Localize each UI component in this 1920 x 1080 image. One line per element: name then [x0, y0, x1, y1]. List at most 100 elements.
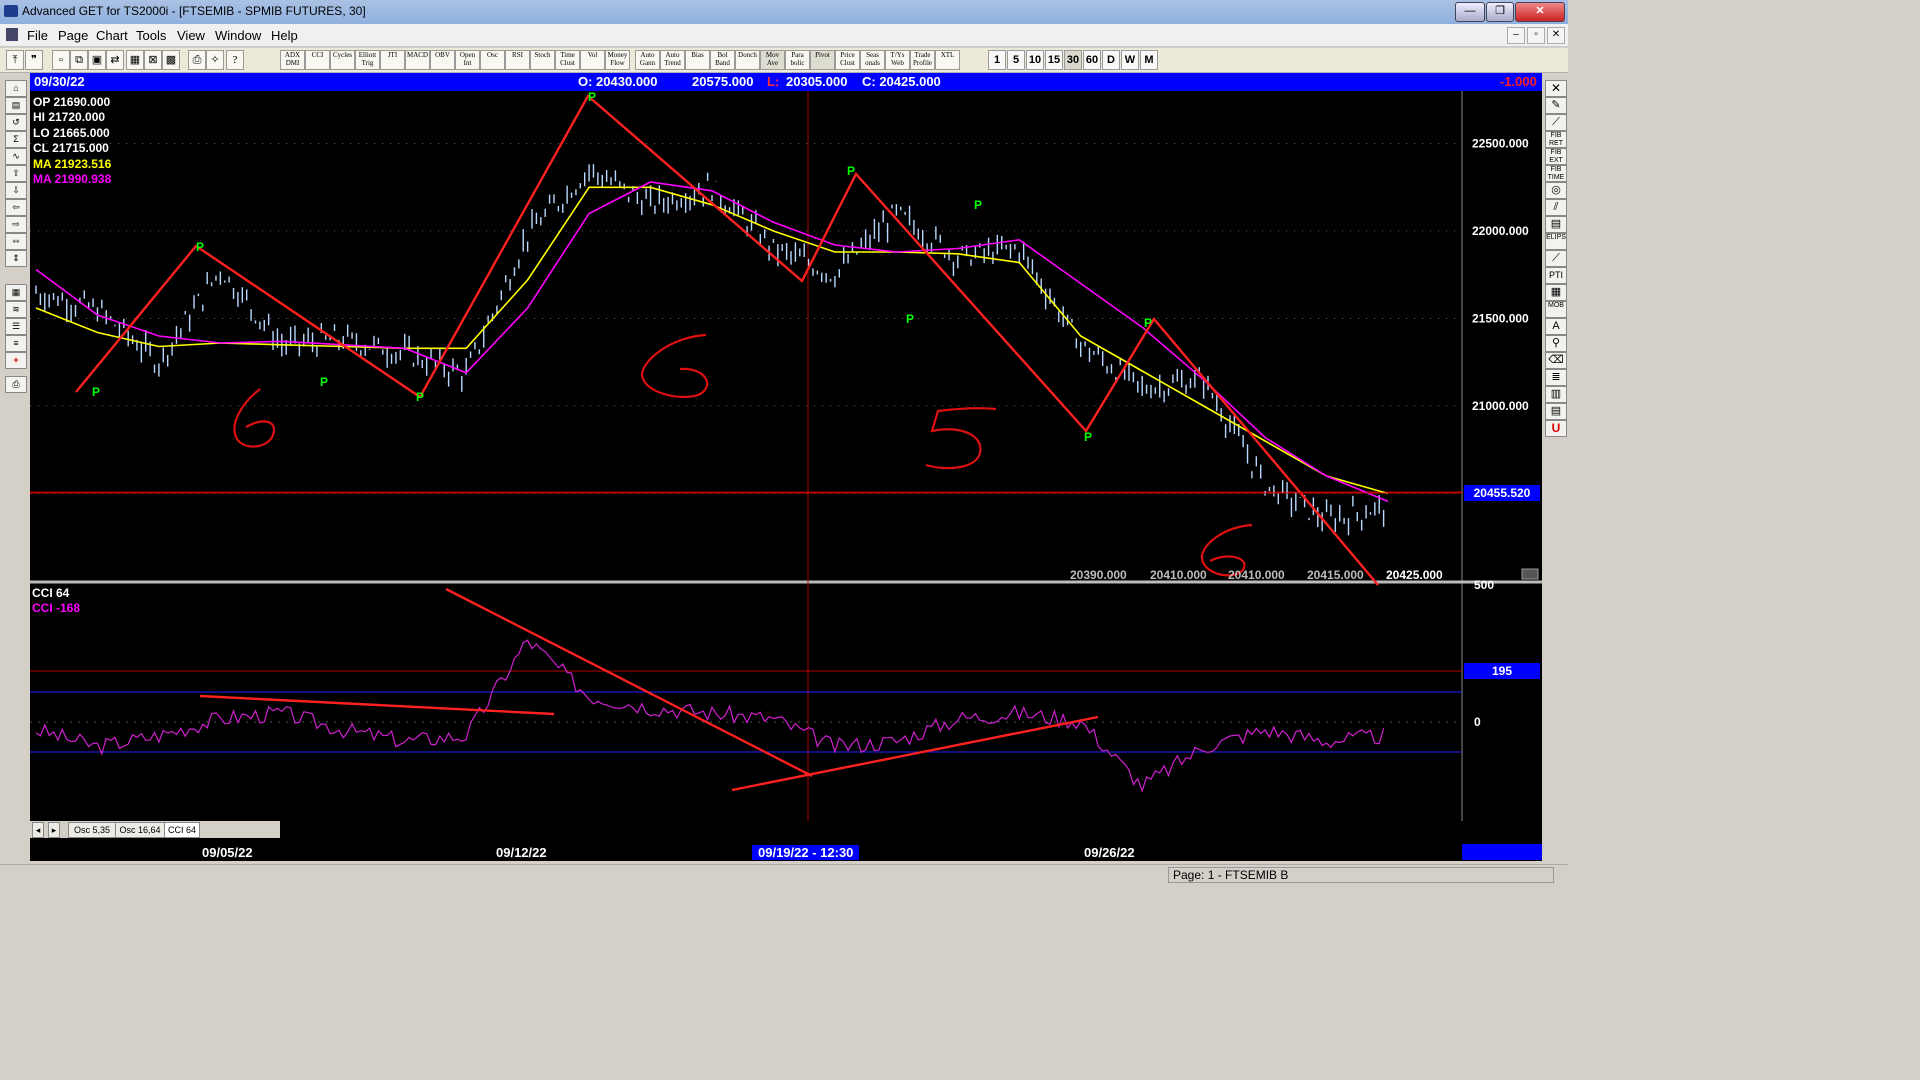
maximize-button[interactable]: ❐ [1486, 2, 1514, 22]
bulb-icon[interactable]: ✧ [206, 50, 224, 70]
arrows-icon[interactable]: ⇄ [106, 50, 124, 70]
print-page-icon[interactable]: ⎙ [5, 376, 27, 393]
study-button-15[interactable]: Auto Trend [660, 50, 685, 70]
timeframe-1[interactable]: 1 [988, 50, 1006, 70]
cci-panel[interactable]: CCI 64 CCI -168 500 195 0 [30, 578, 1540, 793]
study-button-25[interactable]: Trade Profile [910, 50, 935, 70]
list-icon[interactable]: ≣ [1545, 369, 1567, 386]
lines-icon[interactable]: ≋ [5, 301, 27, 318]
study-button-10[interactable]: Stoch [530, 50, 555, 70]
cross-tool-icon[interactable]: ✕ [1545, 80, 1567, 97]
zoom-scale-icon[interactable]: ⇕ [5, 250, 27, 267]
pen-icon[interactable]: ✎ [1545, 97, 1567, 114]
panel-size-icon[interactable] [1521, 568, 1539, 580]
timeframe-5[interactable]: 5 [1007, 50, 1025, 70]
timeframe-15[interactable]: 15 [1045, 50, 1063, 70]
trendline-icon[interactable]: ⟋ [1545, 114, 1567, 131]
document-icon[interactable] [6, 28, 18, 41]
close-button[interactable]: ✕ [1515, 2, 1565, 22]
pointer-icon[interactable]: ⤒ [6, 50, 24, 70]
notes-icon[interactable]: ▤ [1545, 403, 1567, 420]
layout-icon[interactable]: ▦ [126, 50, 144, 70]
study-button-3[interactable]: Elliott Trig [355, 50, 380, 70]
new-page-icon[interactable]: ▫ [52, 50, 70, 70]
zoom-icon[interactable]: ⚲ [1545, 335, 1567, 352]
tab-scroll-left[interactable]: ◂ [32, 822, 44, 838]
mdi-minimize-button[interactable]: – [1507, 27, 1525, 44]
tab-osc-16-64[interactable]: Osc 16,64 [115, 822, 165, 838]
ellipse-icon[interactable]: ELIPS [1545, 233, 1567, 250]
channel-icon[interactable]: ⫽ [1545, 199, 1567, 216]
left-arrow-icon[interactable]: ⇦ [5, 199, 27, 216]
layout-tool-icon[interactable]: ▤ [5, 97, 27, 114]
menu-page[interactable]: Page [58, 28, 88, 43]
study-button-0[interactable]: ADX DMI [280, 50, 305, 70]
study-button-17[interactable]: Bol Band [710, 50, 735, 70]
menu-help[interactable]: Help [271, 28, 298, 43]
study-button-26[interactable]: XTL [935, 50, 960, 70]
right-arrow-icon[interactable]: ⇨ [5, 216, 27, 233]
price-panel[interactable] [30, 91, 1462, 581]
menu-window[interactable]: Window [215, 28, 261, 43]
study-button-22[interactable]: Price Clust [835, 50, 860, 70]
mdi-close-button[interactable]: ✕ [1547, 27, 1565, 44]
calculator-icon[interactable]: ▥ [1545, 386, 1567, 403]
menu-file[interactable]: File [27, 28, 48, 43]
timeframe-W[interactable]: W [1121, 50, 1139, 70]
fib-extension-icon[interactable]: FIB EXT [1545, 148, 1567, 165]
study-button-7[interactable]: Open Int [455, 50, 480, 70]
minimize-button[interactable]: — [1455, 2, 1485, 22]
gann-icon[interactable]: ☰ [5, 318, 27, 335]
menu-view[interactable]: View [177, 28, 205, 43]
chart-area[interactable]: P P P P P P P P P P 22500.000 22000.000 21500.000 21… [30, 90, 1542, 843]
study-button-5[interactable]: MACD [405, 50, 430, 70]
study-button-16[interactable]: Bias [685, 50, 710, 70]
crosshair-icon[interactable]: + [5, 352, 27, 369]
chart-svg[interactable]: P P P P P P P P P P 22500.000 22000.000 21500.000 21… [30, 90, 1542, 843]
study-button-1[interactable]: CCI [305, 50, 330, 70]
menu-chart[interactable]: Chart [96, 28, 128, 43]
study-button-2[interactable]: Cycles [330, 50, 355, 70]
menu-tools[interactable]: Tools [136, 28, 166, 43]
study-button-14[interactable]: Auto Gann [635, 50, 660, 70]
table-icon[interactable]: ▦ [5, 284, 27, 301]
timeframe-30[interactable]: 30 [1064, 50, 1082, 70]
tab-scroll-right[interactable]: ▸ [48, 822, 60, 838]
study-button-11[interactable]: Time Clust [555, 50, 580, 70]
fib-icon[interactable]: ≡ [5, 335, 27, 352]
fib-retracement-icon[interactable]: FIB RET [1545, 131, 1567, 148]
study-button-19[interactable]: Mov Ave [760, 50, 785, 70]
undo-icon[interactable]: U [1545, 420, 1567, 437]
cycle-icon[interactable]: ◎ [1545, 182, 1567, 199]
up-arrow-icon[interactable]: ⇧ [5, 165, 27, 182]
timeframe-M[interactable]: M [1140, 50, 1158, 70]
tile-icon[interactable]: ⊠ [144, 50, 162, 70]
tab-osc-5-35[interactable]: Osc 5,35 [68, 822, 116, 838]
print-icon[interactable]: ⎙ [188, 50, 206, 70]
down-arrow-icon[interactable]: ⇩ [5, 182, 27, 199]
study-button-24[interactable]: T/Ys Web [885, 50, 910, 70]
save-icon[interactable]: ▣ [88, 50, 106, 70]
elliott-icon[interactable]: ∿ [5, 148, 27, 165]
study-button-21[interactable]: Pivot [810, 50, 835, 70]
grid-icon[interactable]: ▩ [162, 50, 180, 70]
reset-icon[interactable]: ↺ [5, 114, 27, 131]
text-tool-icon[interactable]: A [1545, 318, 1567, 335]
mdi-restore-button[interactable]: ▫ [1527, 27, 1545, 44]
timeframe-D[interactable]: D [1102, 50, 1120, 70]
study-button-8[interactable]: Osc [480, 50, 505, 70]
timeframe-60[interactable]: 60 [1083, 50, 1101, 70]
pti-icon[interactable]: PTI [1545, 267, 1567, 284]
grid-tool-icon[interactable]: ▦ [1545, 284, 1567, 301]
study-button-13[interactable]: Money Flow [605, 50, 630, 70]
open-chart-icon[interactable]: ⌂ [5, 80, 27, 97]
tab-cci-64[interactable]: CCI 64 [164, 822, 200, 838]
copy-icon[interactable]: ⧉ [70, 50, 88, 70]
compress-icon[interactable]: ⇿ [5, 233, 27, 250]
study-button-9[interactable]: RSI [505, 50, 530, 70]
eraser-icon[interactable]: ⌫ [1545, 352, 1567, 369]
study-button-12[interactable]: Vol [580, 50, 605, 70]
mob-icon[interactable]: MOB [1545, 301, 1567, 318]
timeframe-10[interactable]: 10 [1026, 50, 1044, 70]
fib-time-icon[interactable]: FIB TIME [1545, 165, 1567, 182]
